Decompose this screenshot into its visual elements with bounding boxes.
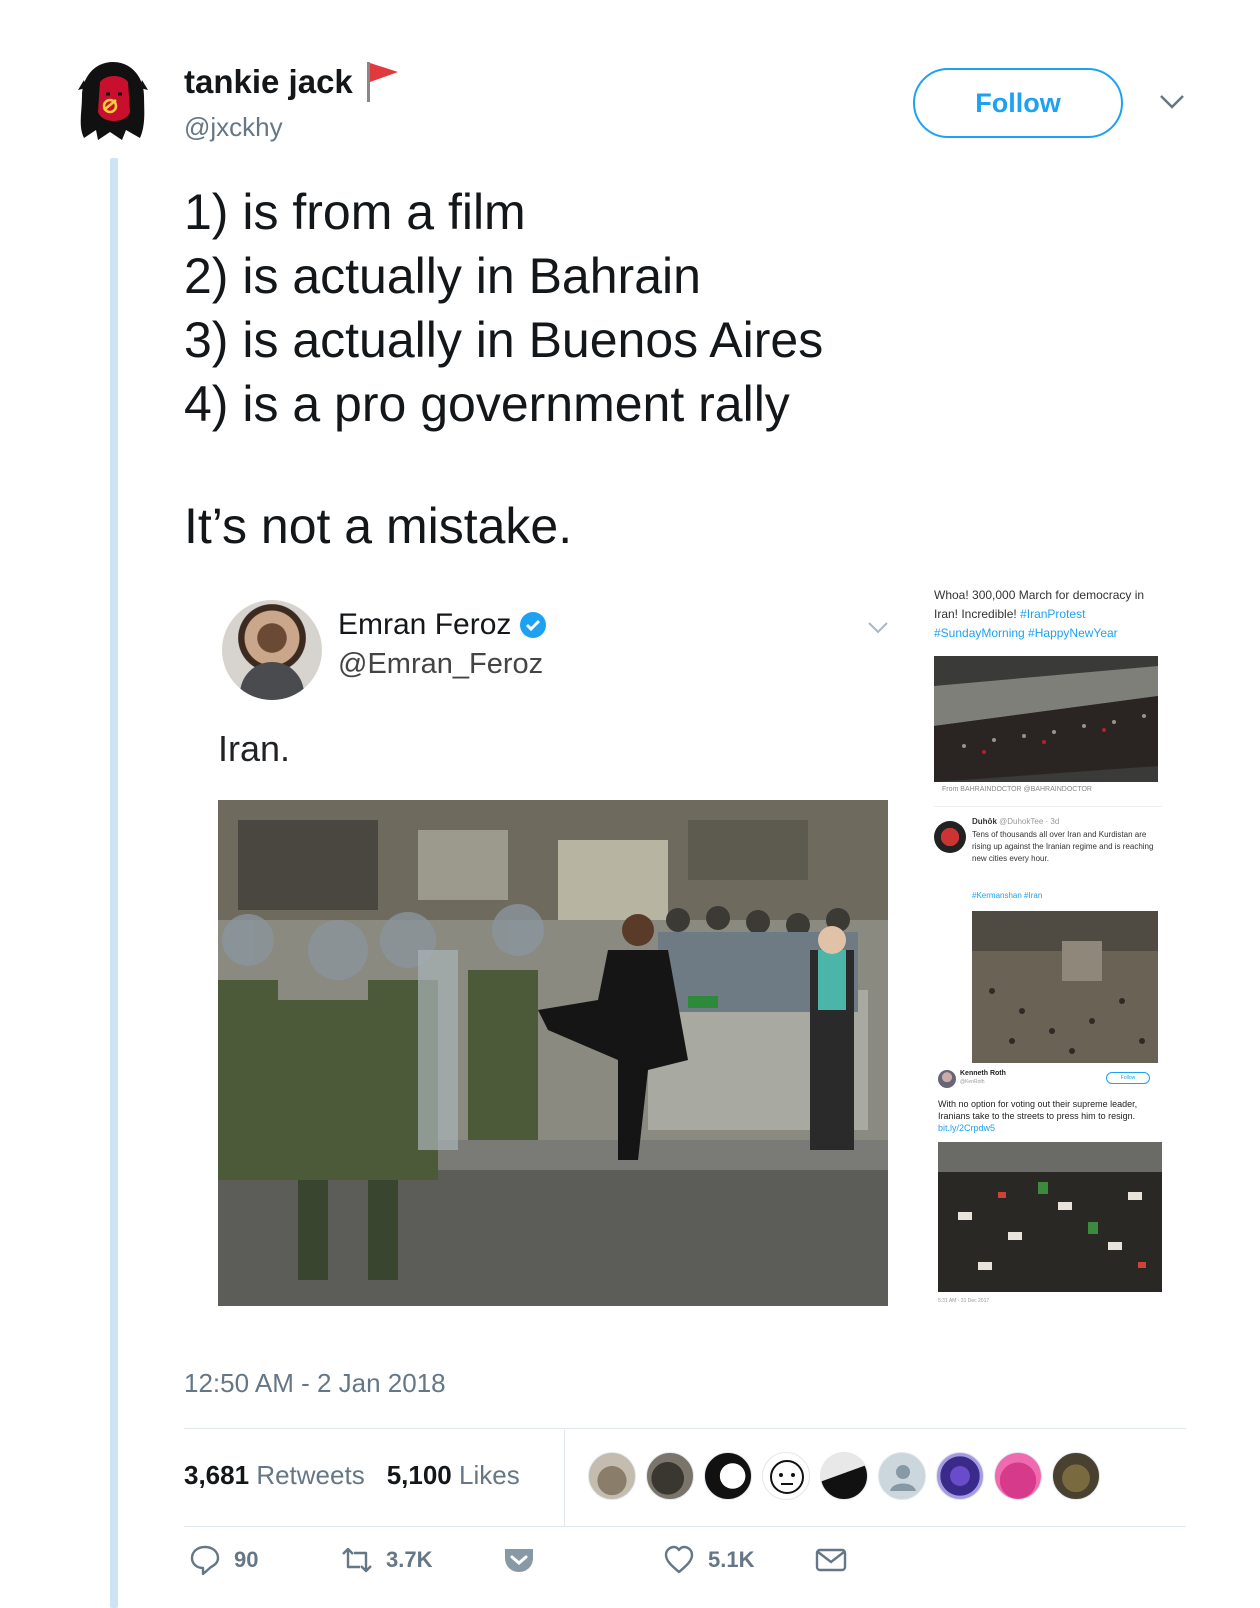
side-tweet-2-author: Duhôk @DuhokTee · 3d xyxy=(972,817,1060,826)
side-tweet-2-text: Tens of thousands all over Iran and Kurd… xyxy=(972,830,1154,863)
crowd-photo-2 xyxy=(972,911,1158,1063)
author-avatar[interactable] xyxy=(76,60,150,142)
retweets-stat[interactable]: 3,681 Retweets xyxy=(184,1460,365,1491)
tweet-text-line: 1) is from a film xyxy=(184,184,526,240)
liker-avatar[interactable] xyxy=(1052,1452,1100,1500)
side-tweet-3-avatar xyxy=(938,1070,956,1088)
side-tweet-1-text: Whoa! 300,000 March for democracy in Ira… xyxy=(934,588,1145,640)
likers-avatars xyxy=(588,1452,1100,1500)
liker-avatar[interactable] xyxy=(820,1452,868,1500)
tweet-stats: 3,681 Retweets 5,100 Likes xyxy=(184,1430,542,1520)
envelope-icon xyxy=(815,1548,847,1572)
tweet-text: 1) is from a film 2) is actually in Bahr… xyxy=(184,180,1184,558)
retweet-button[interactable]: 3.7K xyxy=(340,1543,432,1577)
embedded-author-avatar xyxy=(222,600,322,700)
chevron-down-icon xyxy=(868,622,888,634)
pocket-button[interactable] xyxy=(502,1543,536,1577)
retweet-icon xyxy=(342,1547,372,1573)
side-tweet-3-follow: Follow xyxy=(1106,1072,1150,1084)
tweet-media-image[interactable]: Emran Feroz @Emran_Feroz Iran. Whoa! 300… xyxy=(182,578,1192,1348)
tweet-text-line: 4) is a pro government rally xyxy=(184,376,790,432)
tweet-text-closing: It’s not a mistake. xyxy=(184,498,573,554)
likes-stat[interactable]: 5,100 Likes xyxy=(387,1460,520,1491)
direct-message-button[interactable] xyxy=(814,1543,848,1577)
embedded-author-name: Emran Feroz xyxy=(338,608,512,641)
author-handle[interactable]: @jxckhy xyxy=(184,112,283,143)
embedded-author-name-row: Emran Feroz xyxy=(338,608,547,642)
embedded-author-handle: @Emran_Feroz xyxy=(338,648,544,680)
protest-photo xyxy=(218,800,888,1306)
side-tweet-1-source: From BAHRAINDOCTOR @BAHRAINDOCTOR xyxy=(942,786,1092,793)
side-tweet-3-handle: @KenRoth xyxy=(960,1079,985,1085)
liker-avatar[interactable] xyxy=(646,1452,694,1500)
like-button[interactable]: 5.1K xyxy=(662,1543,754,1577)
liker-avatar[interactable] xyxy=(936,1452,984,1500)
liker-avatar[interactable] xyxy=(704,1452,752,1500)
crowd-photo-1 xyxy=(934,656,1158,782)
heart-icon xyxy=(664,1545,694,1574)
side-tweet-2-avatar xyxy=(934,821,966,853)
like-count: 5.1K xyxy=(708,1547,755,1572)
side-tweet-3-time: 5:31 AM - 31 Dec 2017 xyxy=(938,1298,990,1304)
side-tweet-3: Kenneth Roth @KenRoth Follow With no opt… xyxy=(934,1070,1162,1340)
tweet-text-line: 2) is actually in Bahrain xyxy=(184,248,701,304)
reply-icon xyxy=(190,1545,220,1576)
liker-avatar[interactable] xyxy=(878,1452,926,1500)
liker-avatar[interactable] xyxy=(588,1452,636,1500)
divider xyxy=(184,1428,1186,1429)
pocket-icon xyxy=(505,1549,533,1572)
embedded-tweet-text: Iran. xyxy=(218,728,291,769)
author-name[interactable]: tankie jack xyxy=(184,63,353,101)
reply-count: 90 xyxy=(234,1547,259,1572)
side-tweet-3-author: Kenneth Roth xyxy=(960,1070,1006,1077)
retweet-count: 3.7K xyxy=(386,1547,433,1572)
follow-button[interactable]: Follow xyxy=(913,68,1123,138)
thread-line xyxy=(110,158,118,1608)
stats-separator xyxy=(564,1430,565,1526)
side-tweet-2: Duhôk @DuhokTee · 3d Tens of thousands a… xyxy=(934,806,1162,1063)
side-screenshots: Whoa! 300,000 March for democracy in Ira… xyxy=(934,578,1164,1348)
author-name-row: tankie jack xyxy=(184,60,401,104)
verified-badge-icon xyxy=(520,612,547,638)
crowd-photo-3 xyxy=(938,1142,1162,1292)
side-tweet-2-tags: #Kermanshan #Iran xyxy=(972,891,1043,900)
reply-button[interactable]: 90 xyxy=(188,1543,258,1577)
tweet-timestamp[interactable]: 12:50 AM - 2 Jan 2018 xyxy=(184,1368,446,1399)
side-tweet-3-text: With no option for voting out their supr… xyxy=(938,1099,1138,1133)
chevron-down-icon[interactable] xyxy=(1158,92,1186,112)
red-flag-icon xyxy=(366,62,398,102)
divider xyxy=(184,1526,1186,1527)
liker-avatar[interactable] xyxy=(762,1452,810,1500)
tweet-text-line: 3) is actually in Buenos Aires xyxy=(184,312,824,368)
tweet-actions: 90 3.7K 5.1K xyxy=(184,1543,1184,1593)
liker-avatar[interactable] xyxy=(994,1452,1042,1500)
